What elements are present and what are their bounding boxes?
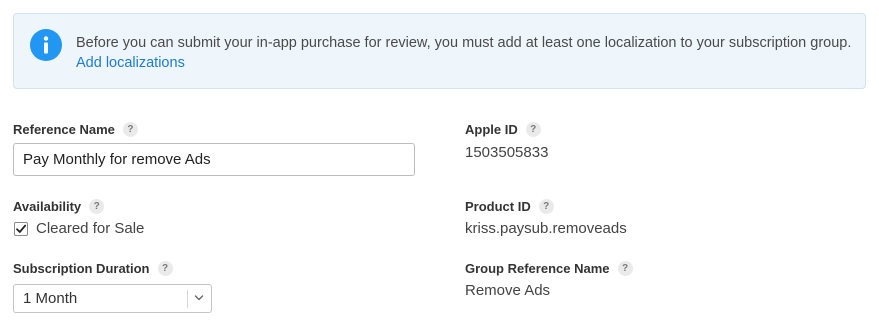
banner-text: Before you can submit your in-app purcha…: [76, 33, 856, 73]
group-reference-name-link[interactable]: Remove Ads: [465, 282, 550, 299]
select-divider: [187, 290, 188, 308]
cleared-for-sale-label: Cleared for Sale: [36, 220, 145, 237]
reference-name-label-text: Reference Name: [13, 122, 115, 137]
localization-info-banner: Before you can submit your in-app purcha…: [13, 13, 866, 89]
subscription-duration-label: Subscription Duration ?: [13, 261, 173, 276]
product-id-value: kriss.paysub.removeads: [465, 220, 627, 237]
add-localizations-link[interactable]: Add localizations: [76, 55, 185, 71]
checkmark-icon: [16, 224, 27, 233]
apple-id-label-text: Apple ID: [465, 122, 518, 137]
availability-label: Availability ?: [13, 199, 105, 214]
chevron-down-icon: [194, 295, 204, 301]
product-id-help-icon[interactable]: ?: [538, 199, 554, 214]
subscription-duration-help-icon[interactable]: ?: [157, 261, 173, 276]
apple-id-label: Apple ID ?: [465, 122, 541, 137]
product-id-label: Product ID ?: [465, 199, 554, 214]
subscription-duration-select[interactable]: 1 Month: [13, 284, 212, 313]
product-id-label-text: Product ID: [465, 199, 531, 214]
group-reference-name-label: Group Reference Name ?: [465, 261, 633, 276]
reference-name-help-icon[interactable]: ?: [122, 122, 138, 137]
reference-name-label: Reference Name ?: [13, 122, 138, 137]
apple-id-help-icon[interactable]: ?: [525, 122, 541, 137]
availability-help-icon[interactable]: ?: [89, 199, 105, 214]
apple-id-value: 1503505833: [465, 144, 549, 161]
group-reference-name-help-icon[interactable]: ?: [617, 261, 633, 276]
cleared-for-sale-checkbox[interactable]: [14, 221, 28, 236]
availability-label-text: Availability: [13, 199, 82, 214]
banner-message: Before you can submit your in-app purcha…: [76, 35, 852, 51]
reference-name-input[interactable]: [13, 143, 415, 176]
group-reference-name-label-text: Group Reference Name: [465, 261, 610, 276]
info-icon: [30, 29, 62, 61]
subscription-duration-label-text: Subscription Duration: [13, 261, 150, 276]
cleared-for-sale-row[interactable]: Cleared for Sale: [14, 220, 144, 237]
subscription-duration-value: 1 Month: [23, 290, 78, 307]
